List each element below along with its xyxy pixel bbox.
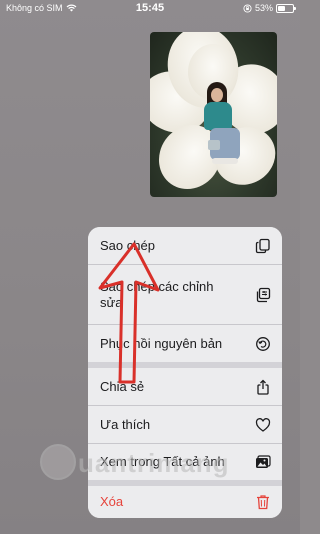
copy-icon xyxy=(254,237,272,255)
person-top xyxy=(204,102,232,130)
revert-icon xyxy=(254,335,272,353)
menu-item-label: Xóa xyxy=(100,494,124,509)
orientation-lock-icon xyxy=(243,3,252,13)
status-bar: Không có SIM 15:45 53% xyxy=(0,0,300,18)
trash-icon xyxy=(254,493,272,511)
menu-item-label: Ưa thích xyxy=(100,416,151,432)
menu-item-copy-edits[interactable]: Sao chép các chỉnh sửa xyxy=(88,265,282,325)
menu-item-show-in-all-photos[interactable]: Xem trong Tất cả ảnh xyxy=(88,444,282,486)
context-menu: Sao chép Sao chép các chỉnh sửa Phục hồi… xyxy=(88,227,282,518)
battery-level xyxy=(278,5,286,11)
copy-edits-icon xyxy=(254,286,272,304)
menu-item-label: Sao chép các chỉnh sửa xyxy=(100,278,214,310)
menu-item-revert[interactable]: Phục hồi nguyên bản xyxy=(88,325,282,368)
menu-item-share[interactable]: Chia sẻ xyxy=(88,368,282,406)
person-bag xyxy=(208,140,220,150)
menu-item-label: Phục hồi nguyên bản xyxy=(100,335,223,351)
battery-percent: 53% xyxy=(254,3,273,13)
photos-icon xyxy=(254,453,272,471)
heart-icon xyxy=(254,416,272,434)
menu-item-label: Sao chép xyxy=(100,237,155,253)
menu-item-favorite[interactable]: Ưa thích xyxy=(88,406,282,444)
menu-item-label: Chia sẻ xyxy=(100,378,145,394)
person-shoes xyxy=(212,158,238,164)
right-status: 53% xyxy=(243,3,296,13)
menu-item-delete[interactable]: Xóa xyxy=(88,486,282,518)
battery-icon xyxy=(276,3,296,13)
menu-item-copy[interactable]: Sao chép xyxy=(88,227,282,265)
photo-preview[interactable] xyxy=(150,32,277,197)
share-icon xyxy=(254,378,272,396)
menu-item-label: Xem trong Tất cả ảnh xyxy=(100,454,225,469)
person-face xyxy=(211,88,223,102)
